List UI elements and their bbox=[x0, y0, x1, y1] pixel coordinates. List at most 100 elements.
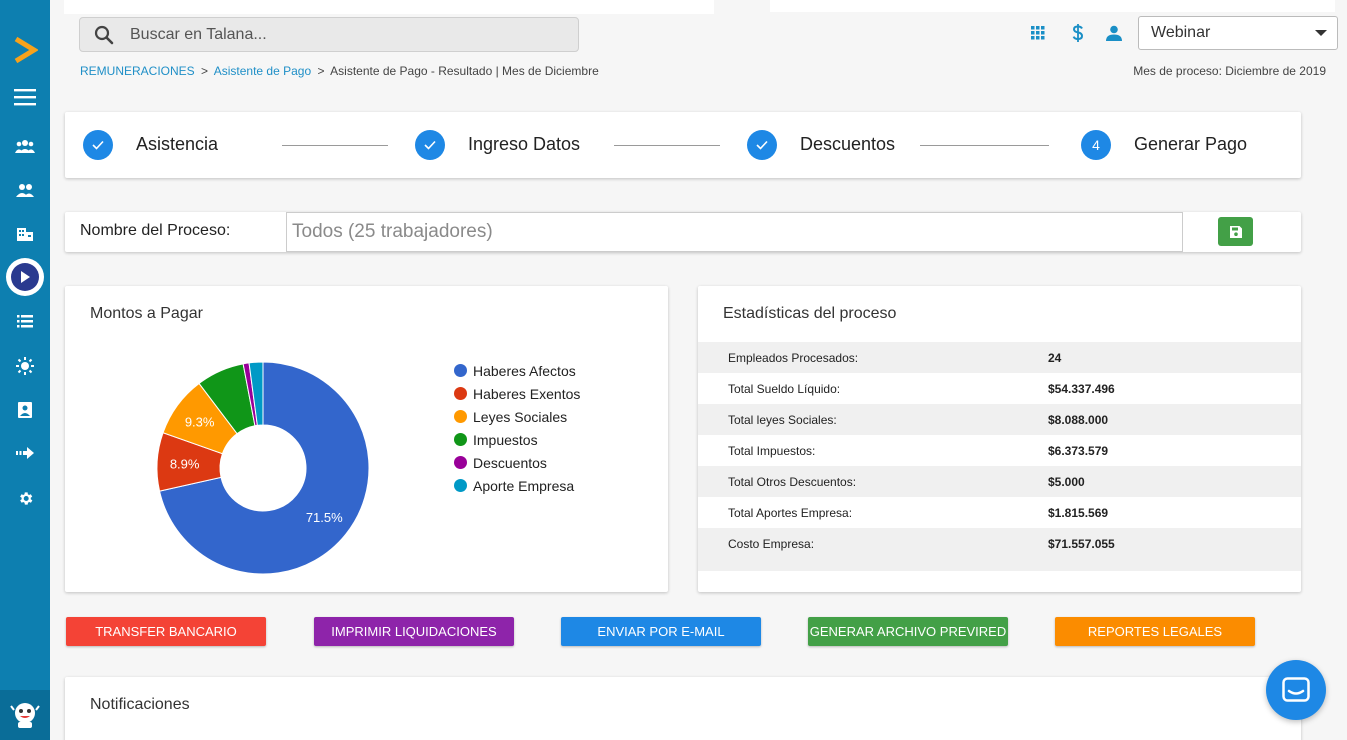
breadcrumb-link-remuneraciones[interactable]: REMUNERACIONES bbox=[80, 64, 195, 78]
list-icon[interactable] bbox=[0, 306, 50, 336]
legend-swatch bbox=[454, 410, 467, 423]
step-1-label[interactable]: Asistencia bbox=[136, 134, 218, 155]
arrow-forward-icon[interactable] bbox=[0, 438, 50, 468]
stats-label: Total Otros Descuentos: bbox=[728, 474, 857, 489]
stats-row: Total leyes Sociales: $8.088.000 bbox=[698, 404, 1301, 435]
settings-icon[interactable] bbox=[0, 483, 50, 513]
save-button[interactable] bbox=[1218, 217, 1253, 246]
legend-item: Descuentos bbox=[454, 451, 580, 474]
reportes-legales-button[interactable]: REPORTES LEGALES bbox=[1055, 617, 1255, 646]
people-icon[interactable] bbox=[0, 175, 50, 205]
stats-label: Costo Empresa: bbox=[728, 536, 815, 551]
stats-card: Estadísticas del proceso Empleados Proce… bbox=[698, 286, 1301, 592]
stats-table: Empleados Procesados: 24 Total Sueldo Líqu… bbox=[698, 342, 1301, 571]
top-bar-strip bbox=[770, 0, 1335, 12]
stats-row: Total Impuestos: $6.373.579 bbox=[698, 435, 1301, 466]
legend-item: Leyes Sociales bbox=[454, 405, 580, 428]
breadcrumb-current: Asistente de Pago - Resultado | Mes de D… bbox=[330, 64, 599, 78]
company-select-value: Webinar bbox=[1151, 24, 1211, 41]
stats-value: $8.088.000 bbox=[1048, 412, 1109, 427]
mascot-icon[interactable] bbox=[0, 690, 50, 740]
step-connector bbox=[282, 145, 388, 146]
sidebar-item-play[interactable] bbox=[6, 258, 44, 296]
stats-label: Total Impuestos: bbox=[728, 443, 816, 458]
apps-grid-icon[interactable] bbox=[1026, 22, 1050, 44]
stats-value: $54.337.496 bbox=[1048, 381, 1115, 396]
stats-label: Total Sueldo Líquido: bbox=[728, 381, 841, 396]
stats-row: Costo Empresa: $71.557.055 bbox=[698, 528, 1301, 559]
pie-data-label: 71.5% bbox=[306, 510, 343, 525]
person-icon[interactable] bbox=[1102, 22, 1126, 44]
company-select[interactable]: Webinar bbox=[1138, 16, 1338, 50]
notifications-card: Notificaciones bbox=[65, 677, 1301, 740]
step-4-label[interactable]: Generar Pago bbox=[1134, 134, 1247, 155]
legend-swatch bbox=[454, 387, 467, 400]
chevron-down-icon bbox=[1315, 30, 1327, 36]
stats-label: Total leyes Sociales: bbox=[728, 412, 837, 427]
stats-label: Empleados Procesados: bbox=[728, 350, 859, 365]
legend-label: Leyes Sociales bbox=[473, 408, 568, 425]
legend-swatch bbox=[454, 456, 467, 469]
step-connector bbox=[614, 145, 720, 146]
montos-card: Montos a Pagar 71.5% 8.9% 9.3% Haberes Afe… bbox=[65, 286, 668, 592]
sun-icon[interactable] bbox=[0, 351, 50, 381]
generar-archivo-previred-button[interactable]: GENERAR ARCHIVO PREVIRED bbox=[808, 617, 1008, 646]
process-name-field[interactable]: Todos (25 trabajadores) bbox=[286, 212, 1183, 252]
stats-row: Empleados Procesados: 24 bbox=[698, 342, 1301, 373]
step-3-check-icon bbox=[747, 130, 777, 160]
legend-swatch bbox=[454, 364, 467, 377]
process-name-card: Nombre del Proceso: Todos (25 trabajador… bbox=[65, 212, 1301, 252]
dollar-icon[interactable] bbox=[1066, 22, 1090, 44]
stats-row: Total Otros Descuentos: $5.000 bbox=[698, 466, 1301, 497]
legend-label: Impuestos bbox=[473, 431, 538, 448]
legend-label: Descuentos bbox=[473, 454, 547, 471]
group-icon[interactable] bbox=[0, 131, 50, 161]
stats-title: Estadísticas del proceso bbox=[723, 305, 897, 322]
building-icon[interactable] bbox=[0, 219, 50, 249]
stats-value: $6.373.579 bbox=[1048, 443, 1109, 458]
sidebar bbox=[0, 0, 50, 740]
legend-label: Haberes Afectos bbox=[473, 362, 576, 379]
legend-item: Haberes Exentos bbox=[454, 382, 580, 405]
step-2-check-icon bbox=[415, 130, 445, 160]
stats-value: $71.557.055 bbox=[1048, 536, 1115, 551]
step-3-label[interactable]: Descuentos bbox=[800, 134, 895, 155]
step-connector bbox=[920, 145, 1049, 146]
stats-row: Total Aportes Empresa: $1.815.569 bbox=[698, 497, 1301, 528]
legend-swatch bbox=[454, 479, 467, 492]
photo-badge-icon[interactable] bbox=[0, 395, 50, 425]
breadcrumb: REMUNERACIONES > Asistente de Pago > Asi… bbox=[80, 64, 599, 78]
stats-label: Total Aportes Empresa: bbox=[728, 505, 853, 520]
enviar-por-e-mail-button[interactable]: ENVIAR POR E-MAIL bbox=[561, 617, 761, 646]
imprimir-liquidaciones-button[interactable]: IMPRIMIR LIQUIDACIONES bbox=[314, 617, 514, 646]
stats-row bbox=[698, 559, 1301, 571]
stats-value: $5.000 bbox=[1048, 474, 1085, 489]
legend-label: Haberes Exentos bbox=[473, 385, 581, 402]
breadcrumb-separator: > bbox=[201, 64, 209, 78]
process-month: Mes de proceso: Diciembre de 2019 bbox=[1133, 64, 1326, 78]
pie-legend: Haberes Afectos Haberes Exentos Leyes Soci… bbox=[454, 359, 580, 497]
legend-item: Aporte Empresa bbox=[454, 474, 580, 497]
legend-item: Impuestos bbox=[454, 428, 580, 451]
legend-label: Aporte Empresa bbox=[473, 477, 575, 494]
search-input[interactable] bbox=[130, 25, 550, 44]
transfer-bancario-button[interactable]: TRANSFER BANCARIO bbox=[66, 617, 266, 646]
stats-row: Total Sueldo Líquido: $54.337.496 bbox=[698, 373, 1301, 404]
stats-value: 24 bbox=[1048, 350, 1062, 365]
search-bar[interactable] bbox=[79, 17, 579, 52]
talana-logo-icon[interactable] bbox=[0, 30, 50, 70]
pie-data-label: 9.3% bbox=[185, 415, 215, 430]
play-icon bbox=[11, 263, 39, 291]
menu-icon[interactable] bbox=[0, 82, 50, 112]
breadcrumb-link-asistente[interactable]: Asistente de Pago bbox=[214, 64, 311, 78]
step-2-label[interactable]: Ingreso Datos bbox=[468, 134, 580, 155]
search-icon bbox=[94, 25, 114, 44]
process-name-label: Nombre del Proceso: bbox=[80, 222, 231, 239]
legend-swatch bbox=[454, 433, 467, 446]
chat-button[interactable] bbox=[1266, 660, 1326, 720]
pie-chart: 71.5% 8.9% 9.3% bbox=[156, 361, 370, 575]
stats-value: $1.815.569 bbox=[1048, 505, 1109, 520]
notifications-title: Notificaciones bbox=[90, 696, 190, 713]
breadcrumb-separator: > bbox=[317, 64, 325, 78]
step-1-check-icon bbox=[83, 130, 113, 160]
